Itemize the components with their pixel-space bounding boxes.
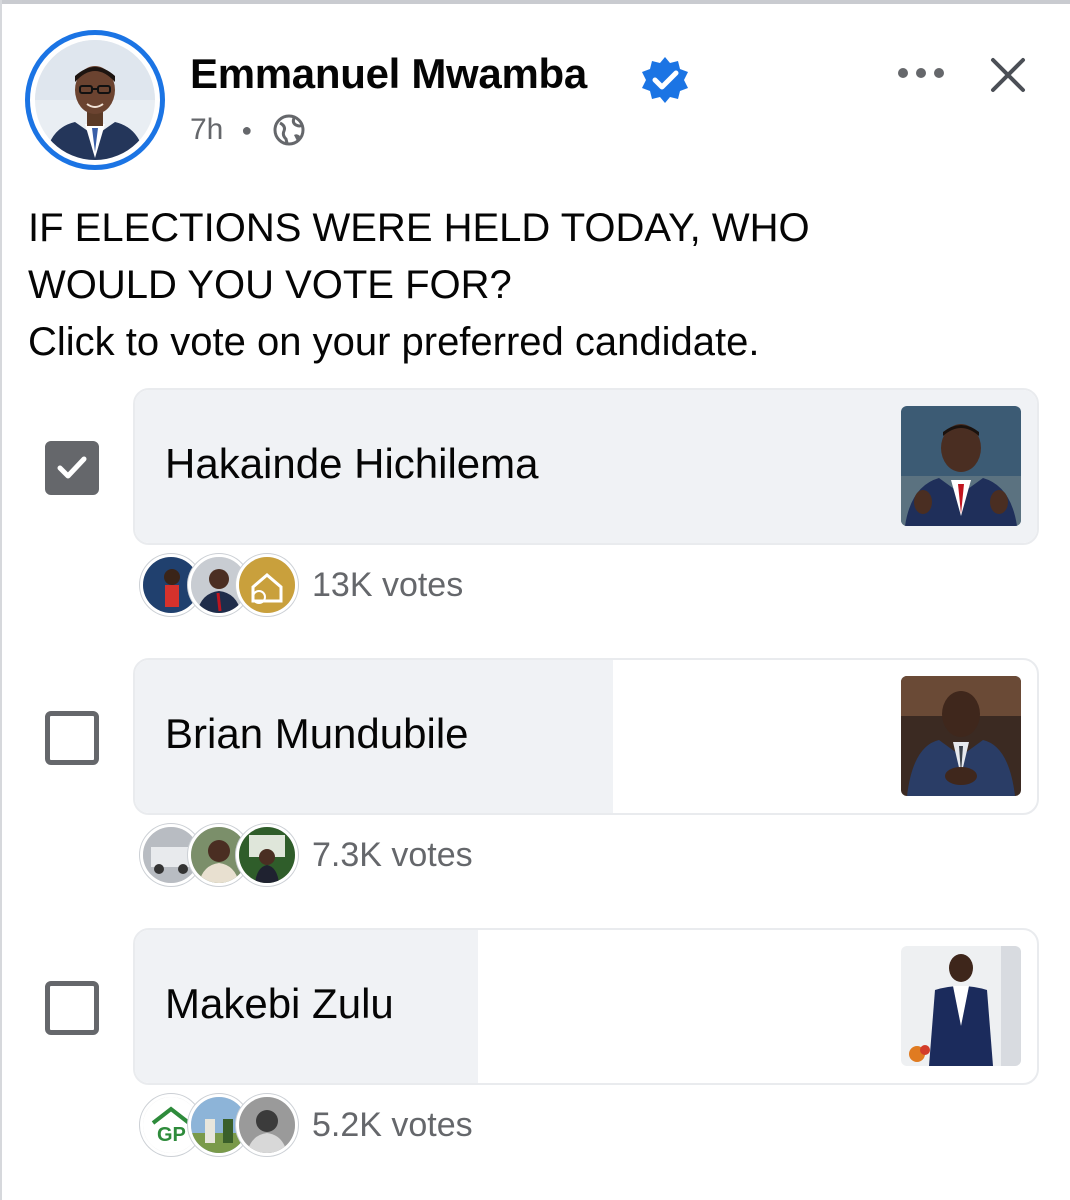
checkmark-icon (57, 456, 87, 479)
candidate-photo (901, 676, 1021, 796)
voter-summary[interactable]: GP 5.2K votes (140, 1094, 473, 1156)
poll-option-bar[interactable]: Hakainde Hichilema (133, 388, 1039, 545)
voter-summary[interactable]: 7.3K votes (140, 824, 473, 886)
option-checkbox[interactable] (45, 711, 99, 765)
post-meta: 7h ● (190, 110, 306, 150)
voter-avatar (236, 824, 298, 886)
vote-count: 7.3K votes (312, 835, 473, 874)
verified-badge-icon (642, 57, 688, 103)
post-time[interactable]: 7h (190, 113, 223, 147)
option-label: Brian Mundubile (165, 710, 469, 757)
author-avatar[interactable] (25, 30, 165, 170)
vote-count: 5.2K votes (312, 1105, 473, 1144)
post-text-line: IF ELECTIONS WERE HELD TODAY, WHO (28, 206, 810, 250)
vote-count: 13K votes (312, 565, 464, 604)
meta-separator: ● (241, 119, 253, 140)
post-text-line: WOULD YOU VOTE FOR? (28, 263, 512, 307)
candidate-photo (901, 406, 1021, 526)
top-divider (0, 0, 1070, 4)
post-text: IF ELECTIONS WERE HELD TODAY, WHO WOULD … (28, 200, 1038, 371)
voter-summary[interactable]: 13K votes (140, 554, 463, 616)
svg-text:GP: GP (157, 1124, 186, 1146)
globe-icon[interactable] (272, 113, 306, 147)
voter-avatar (236, 554, 298, 616)
option-label: Makebi Zulu (165, 980, 394, 1027)
author-name[interactable]: Emmanuel Mwamba (190, 50, 587, 98)
author-photo (35, 40, 155, 160)
more-options-icon[interactable] (888, 50, 954, 96)
close-icon[interactable] (985, 52, 1031, 98)
poll-option-bar[interactable]: Brian Mundubile (133, 658, 1039, 815)
voter-avatar (236, 1094, 298, 1156)
option-checkbox[interactable] (45, 981, 99, 1035)
option-checkbox-checked[interactable] (45, 441, 99, 495)
candidate-photo (901, 946, 1021, 1066)
option-label: Hakainde Hichilema (165, 440, 539, 487)
post-text-line: Click to vote on your preferred candidat… (28, 320, 760, 364)
left-divider (0, 0, 2, 1200)
poll-option-bar[interactable]: Makebi Zulu (133, 928, 1039, 1085)
